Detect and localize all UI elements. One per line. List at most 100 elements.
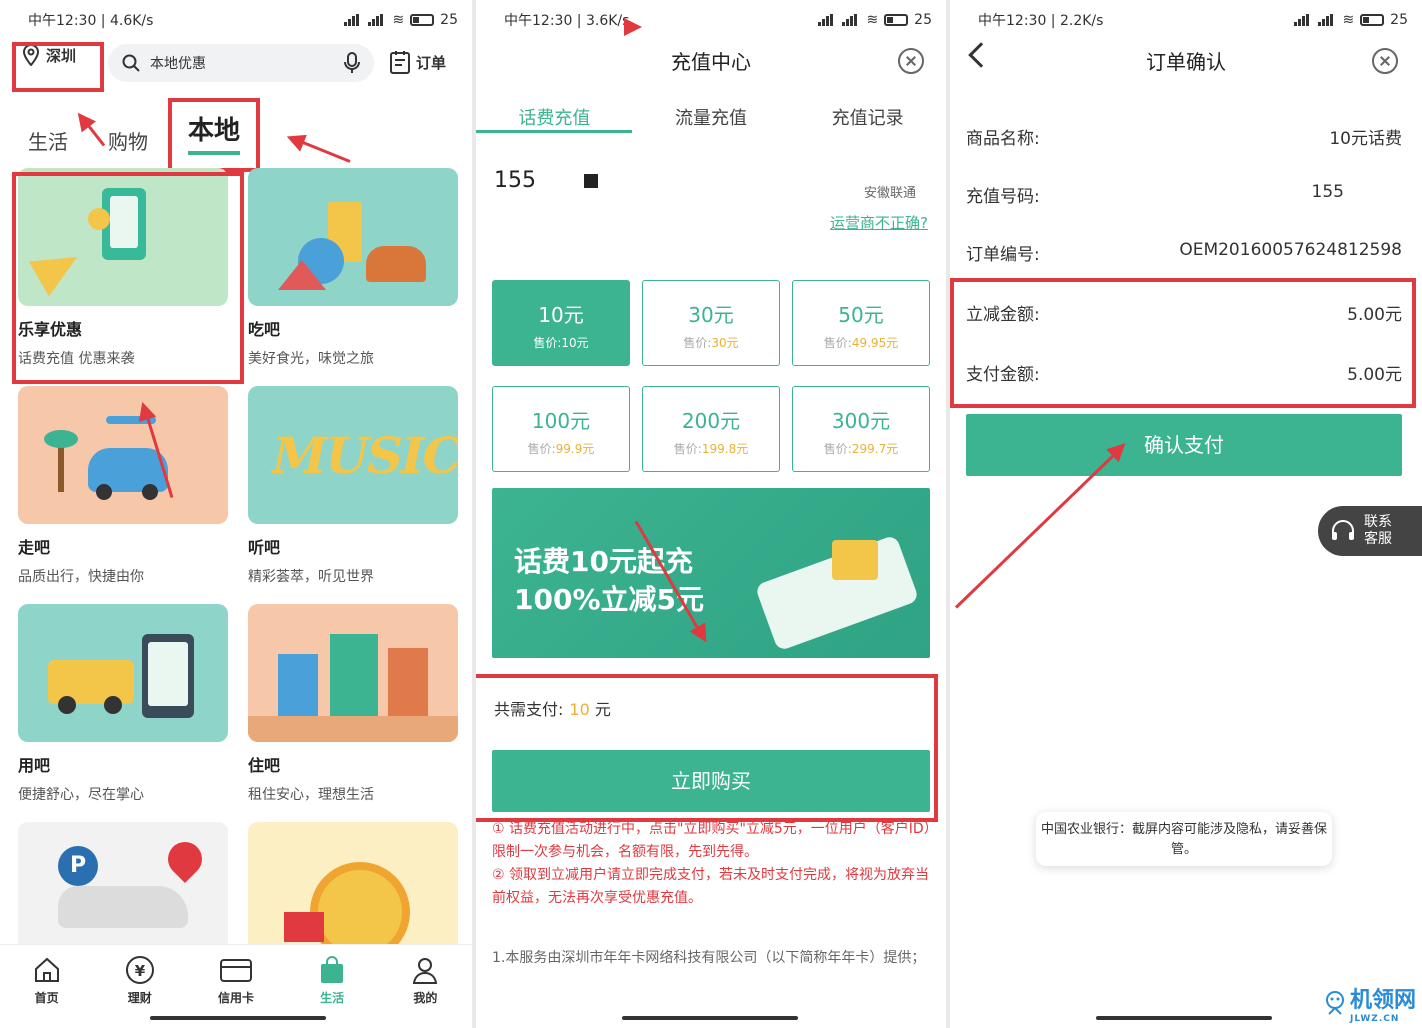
search-input[interactable]: 本地优惠 [108, 44, 374, 82]
row-value: OEM20160057624812598 [1179, 240, 1402, 260]
mascot-logo-icon [1325, 991, 1344, 1015]
battery-icon [1360, 14, 1385, 26]
watermark-text: 机领网 [1349, 988, 1416, 1013]
parking-illustration: P [18, 822, 228, 960]
orders-button[interactable]: 订单 [390, 50, 446, 74]
signal-icon [344, 14, 362, 26]
card-use[interactable]: 用吧 便捷舒心，尽在掌心 [18, 604, 228, 804]
package-amount: 50元 [838, 303, 884, 327]
lottery-wheel-illustration [248, 822, 458, 960]
search-placeholder: 本地优惠 [150, 56, 206, 72]
redaction-block [584, 174, 598, 188]
order-confirm-screen: 中午12:30 | 2.2K/s ≋ 25 订单确认 商品名称: 10元话费 充… [950, 0, 1422, 1028]
card-title: 走吧 [18, 538, 51, 557]
signal-icon [842, 14, 860, 26]
battery-icon [884, 14, 909, 26]
package-amount: 10元 [538, 303, 584, 327]
tab-data-recharge[interactable]: 流量充值 [675, 104, 747, 130]
status-bar: 中午12:30 | 3.6K/s ≋ 25 [504, 10, 932, 30]
battery-level: 25 [440, 12, 458, 28]
promo-note-1: ① 话费充值活动进行中，点击"立即购买"立减5元，一位用户（客户ID）限制一次参… [492, 821, 931, 860]
customer-service-label: 联系客服 [1364, 514, 1392, 547]
promo-note-2: ② 领取到立减用户请立即完成支付，若未及时支付完成，将视为放弃当前权益，无法再次… [492, 867, 929, 906]
card-subtitle: 美好食光，味觉之旅 [248, 351, 374, 367]
signal-icon [368, 14, 386, 26]
gift-icon [832, 540, 878, 580]
watermark-subtext: JLWZ.CN [1349, 1014, 1400, 1024]
annotation-box [12, 172, 244, 384]
phone-number: 155 [494, 168, 536, 193]
search-icon [122, 54, 140, 72]
tab-shopping[interactable]: 购物 [108, 126, 148, 155]
tab-recharge-history[interactable]: 充值记录 [832, 104, 904, 130]
card-icon [219, 959, 252, 982]
stay-illustration [248, 604, 458, 742]
signal-icon [1294, 14, 1312, 26]
tab-label: 信用卡 [217, 991, 254, 1005]
tab-home[interactable]: 首页 [32, 955, 62, 1028]
customer-service-button[interactable]: 联系客服 [1318, 506, 1422, 556]
microphone-icon[interactable] [344, 52, 360, 74]
package-option[interactable]: 10元 售价:10元 [492, 280, 630, 366]
music-illustration: MUSIC [248, 386, 458, 524]
life-local-screen: 中午12:30 | 4.6K/s ≋ 25 深圳 本地优惠 订单 生活 购物 本… [0, 0, 472, 1028]
recharge-tabs: 话费充值 流量充值 充值记录 [476, 104, 946, 130]
package-option[interactable]: 50元 售价:49.95元 [792, 280, 930, 366]
card-title: 吃吧 [248, 320, 281, 339]
confirm-pay-button[interactable]: 确认支付 [966, 414, 1402, 476]
home-indicator [1096, 1016, 1272, 1020]
card-title: 听吧 [248, 538, 281, 557]
order-row-product: 商品名称: 10元话费 [966, 124, 1402, 149]
card-stay[interactable]: 住吧 租住安心，理想生活 [248, 604, 458, 804]
annotation-box [950, 278, 1416, 408]
tab-label: 生活 [320, 991, 345, 1005]
card-lottery[interactable] [248, 822, 458, 960]
card-food[interactable]: 吃吧 美好食光，味觉之旅 [248, 168, 458, 368]
package-option[interactable]: 200元 售价:199.8元 [642, 386, 780, 472]
status-time: 中午12:30 | 2.2K/s [978, 13, 1104, 29]
tab-life[interactable]: 生活 [28, 126, 68, 155]
music-art-text: MUSIC [272, 426, 458, 485]
order-row-phone: 充值号码: 155 [966, 182, 1402, 207]
row-label: 订单编号: [966, 245, 1040, 265]
card-subtitle: 精彩荟萃，听见世界 [248, 569, 374, 585]
signal-icon [1318, 14, 1336, 26]
svg-text:¥: ¥ [135, 962, 146, 980]
tab-phone-recharge[interactable]: 话费充值 [518, 104, 590, 130]
annotation-box [12, 42, 104, 92]
package-amount: 100元 [531, 409, 591, 433]
card-title: 住吧 [248, 756, 281, 775]
annotation-box [168, 98, 260, 172]
recharge-center-screen: 中午12:30 | 3.6K/s ≋ 25 充值中心 话费充值 流量充值 充值记… [476, 0, 946, 1028]
wifi-icon: ≋ [1342, 12, 1355, 28]
home-indicator [150, 1016, 326, 1020]
row-label: 商品名称: [966, 129, 1040, 149]
package-amount: 200元 [681, 409, 741, 433]
close-icon[interactable] [1372, 48, 1398, 74]
row-label: 充值号码: [966, 187, 1040, 207]
package-price: 售价:49.95元 [823, 336, 899, 350]
headset-icon [1332, 520, 1354, 540]
use-illustration [18, 604, 228, 742]
tab-mine[interactable]: 我的 [410, 955, 440, 1028]
status-bar: 中午12:30 | 2.2K/s ≋ 25 [978, 10, 1408, 30]
close-icon[interactable] [898, 48, 924, 74]
phone-number-field[interactable]: 155 [494, 168, 598, 193]
page-title: 订单确认 [1146, 50, 1226, 74]
row-value: 10元话费 [1329, 129, 1402, 149]
order-list-icon [390, 51, 410, 74]
package-option[interactable]: 100元 售价:99.9元 [492, 386, 630, 472]
package-price: 售价:299.7元 [823, 442, 899, 456]
card-travel[interactable]: 走吧 品质出行，快捷由你 [18, 386, 228, 586]
card-music[interactable]: MUSIC 听吧 精彩荟萃，听见世界 [248, 386, 458, 586]
card-parking[interactable]: P [18, 822, 228, 960]
site-watermark: 机领网 JLWZ.CN [1324, 982, 1416, 1024]
card-subtitle: 便捷舒心，尽在掌心 [18, 787, 144, 803]
battery-level: 25 [1390, 12, 1408, 28]
annotation-box [476, 674, 938, 822]
bag-icon [321, 956, 344, 983]
package-option[interactable]: 30元 售价:30元 [642, 280, 780, 366]
package-option[interactable]: 300元 售价:299.7元 [792, 386, 930, 472]
wrong-carrier-link[interactable]: 运营商不正确? [830, 212, 928, 233]
package-price: 售价:99.9元 [527, 442, 595, 456]
